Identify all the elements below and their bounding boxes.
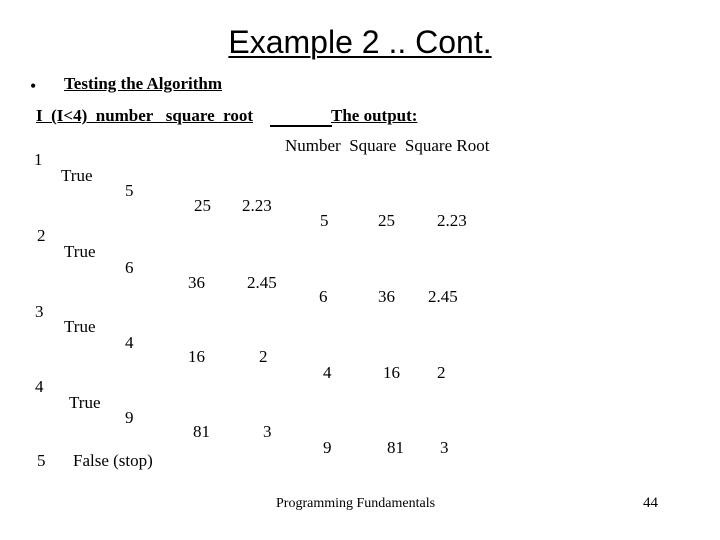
output-number-1: 5 — [320, 211, 329, 230]
trace-number-4: 9 — [125, 408, 134, 427]
header-underline — [270, 125, 332, 127]
output-number-3: 4 — [323, 363, 332, 382]
trace-i-1: 1 — [34, 150, 43, 169]
trace-number-1: 5 — [125, 181, 134, 200]
output-square-1: 25 — [378, 211, 395, 230]
trace-cond-3: True — [64, 317, 96, 336]
subheading: Testing the Algorithm — [64, 74, 223, 93]
trace-i-4: 4 — [35, 377, 44, 396]
footer-text: Programming Fundamentals — [276, 496, 436, 511]
output-number-4: 9 — [323, 438, 332, 457]
page-number: 44 — [643, 495, 658, 511]
trace-header-text: I (I<4) number square root — [36, 106, 254, 125]
output-number-2: 6 — [319, 287, 328, 306]
trace-header: I (I<4) number square root — [36, 106, 253, 126]
trace-i-3: 3 — [35, 302, 44, 321]
output-header: The output: — [331, 106, 418, 125]
trace-i-2: 2 — [37, 226, 46, 245]
output-root-2: 2.45 — [428, 287, 458, 306]
trace-i-5: 5 — [37, 451, 46, 470]
trace-root-3: 2 — [259, 347, 268, 366]
output-column-headers: Number Square Square Root — [285, 136, 490, 155]
output-root-1: 2.23 — [437, 211, 467, 230]
trace-square-1: 25 — [194, 196, 211, 215]
trace-cond-4: True — [69, 393, 101, 412]
output-root-3: 2 — [437, 363, 446, 382]
trace-square-2: 36 — [188, 273, 205, 292]
output-square-2: 36 — [378, 287, 395, 306]
output-square-3: 16 — [383, 363, 400, 382]
trace-square-4: 81 — [193, 422, 210, 441]
trace-number-2: 6 — [125, 258, 134, 277]
trace-square-3: 16 — [188, 347, 205, 366]
trace-cond-1: True — [61, 166, 93, 185]
output-root-4: 3 — [440, 438, 449, 457]
slide-title: Example 2 .. Cont. — [228, 24, 492, 60]
trace-cond-2: True — [64, 242, 96, 261]
trace-root-2: 2.45 — [247, 273, 277, 292]
bullet-icon: • — [30, 76, 37, 96]
trace-root-1: 2.23 — [242, 196, 272, 215]
trace-root-4: 3 — [263, 422, 272, 441]
output-square-4: 81 — [387, 438, 404, 457]
trace-cond-5: False (stop) — [73, 451, 153, 470]
trace-number-3: 4 — [125, 333, 134, 352]
